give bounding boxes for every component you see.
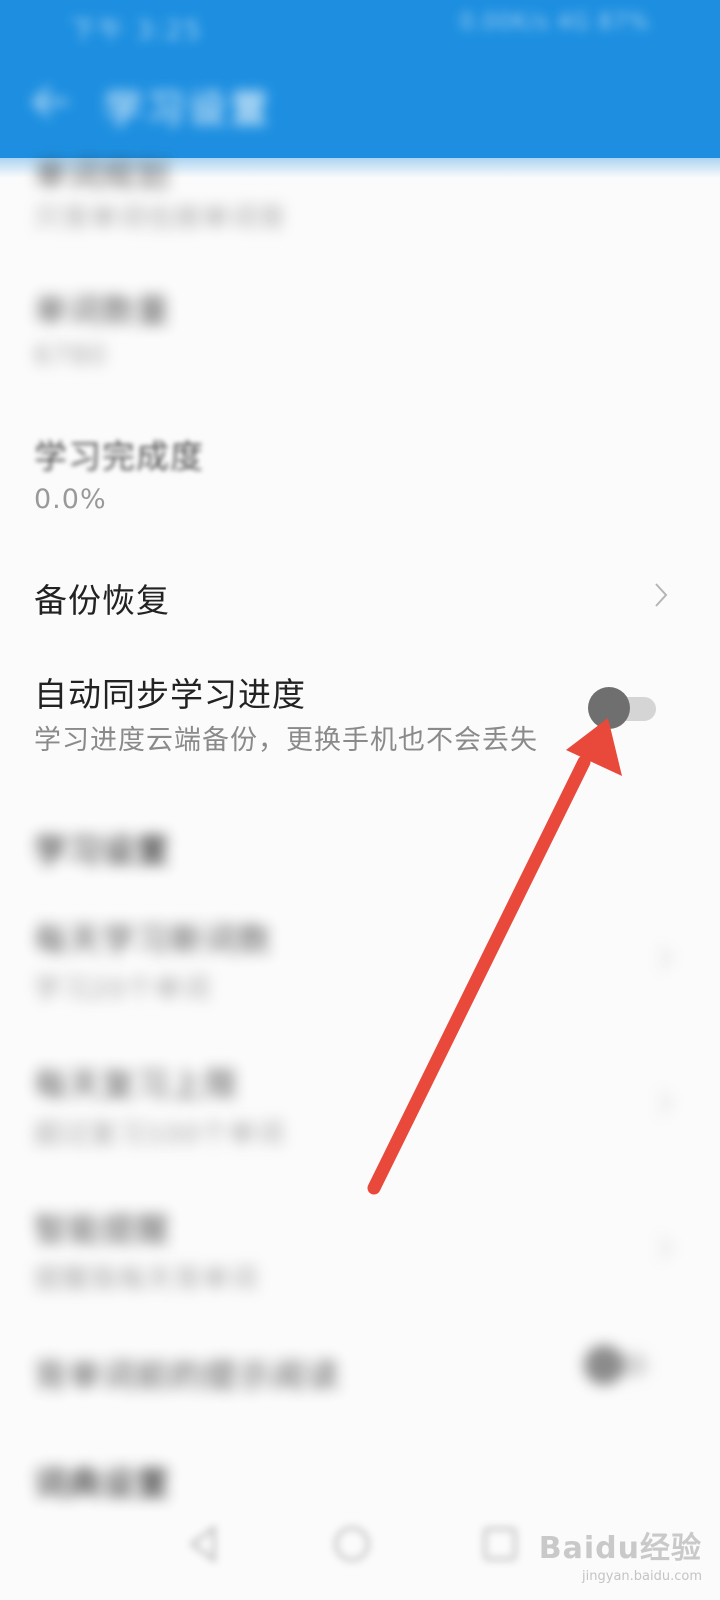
page-title: 学习设置 bbox=[104, 87, 273, 131]
nav-recents-icon[interactable] bbox=[478, 1522, 522, 1566]
chevron-right-icon bbox=[659, 1236, 672, 1260]
toolbar: 学习设置 bbox=[0, 60, 720, 150]
chevron-right-icon bbox=[659, 1091, 672, 1115]
settings-row-reading-tip[interactable]: 背单词前的提示阅读 bbox=[0, 1335, 720, 1415]
status-time: 下午 3:25 bbox=[70, 16, 203, 46]
app-bar: 下午 3:25 0.00K/s 4G 87% 学习设置 bbox=[0, 0, 720, 158]
row-subtitle: 学习20个单词 bbox=[34, 974, 211, 1005]
settings-row-plan[interactable]: 单词规划 只背单词也按单词背 bbox=[0, 140, 720, 240]
watermark-logo: Baidu经验 bbox=[538, 1531, 702, 1566]
watermark-url: jingyan.baidu.com bbox=[582, 1569, 702, 1584]
row-title: 背单词前的提示阅读 bbox=[34, 1356, 340, 1395]
chevron-right-icon bbox=[659, 946, 672, 970]
settings-row-backup-restore[interactable]: 备份恢复 bbox=[0, 560, 720, 630]
row-subtitle: 0.0% bbox=[34, 484, 107, 515]
status-bar: 下午 3:25 0.00K/s 4G 87% bbox=[0, 0, 720, 48]
chevron-right-icon bbox=[655, 583, 668, 607]
row-subtitle: 学习进度云端备份，更换手机也不会丢失 bbox=[34, 725, 538, 756]
row-title: 单词数量 bbox=[34, 291, 170, 330]
status-indicators: 0.00K/s 4G 87% bbox=[459, 10, 650, 35]
section-title: 词典设置 bbox=[34, 1464, 170, 1503]
row-title: 每天复习上限 bbox=[34, 1065, 238, 1104]
settings-row-daily-new[interactable]: 每天学习新词数 学习20个单词 bbox=[0, 905, 720, 1015]
row-subtitle: 只背单词也按单词背 bbox=[34, 203, 286, 234]
settings-row-word-count[interactable]: 单词数量 6780 bbox=[0, 270, 720, 380]
row-title: 自动同步学习进度 bbox=[34, 675, 306, 714]
settings-row-smart-reminder[interactable]: 智能提醒 提醒我每天背单词 bbox=[0, 1195, 720, 1305]
row-title: 每天学习新词数 bbox=[34, 920, 272, 959]
row-subtitle: 超过复习100个单词 bbox=[34, 1119, 285, 1150]
row-subtitle: 6780 bbox=[34, 340, 107, 371]
nav-home-icon[interactable] bbox=[330, 1522, 374, 1566]
section-header-learning: 学习设置 bbox=[0, 820, 720, 880]
row-subtitle: 提醒我每天背单词 bbox=[34, 1264, 258, 1295]
section-title: 学习设置 bbox=[34, 831, 170, 870]
row-title: 智能提醒 bbox=[34, 1210, 170, 1249]
nav-back-icon[interactable] bbox=[182, 1522, 226, 1566]
reading-tip-toggle-knob[interactable] bbox=[584, 1345, 624, 1385]
settings-row-daily-review[interactable]: 每天复习上限 超过复习100个单词 bbox=[0, 1050, 720, 1160]
row-title: 备份恢复 bbox=[34, 581, 170, 620]
row-title: 单词规划 bbox=[34, 155, 170, 194]
baidu-watermark: Baidu经验 jingyan.baidu.com bbox=[539, 1523, 702, 1584]
row-title: 学习完成度 bbox=[34, 437, 204, 476]
settings-row-progress[interactable]: 学习完成度 0.0% bbox=[0, 420, 720, 530]
auto-sync-toggle-knob[interactable] bbox=[588, 687, 630, 729]
back-arrow-icon[interactable] bbox=[28, 80, 72, 124]
section-header-dictionary: 词典设置 bbox=[0, 1455, 720, 1505]
